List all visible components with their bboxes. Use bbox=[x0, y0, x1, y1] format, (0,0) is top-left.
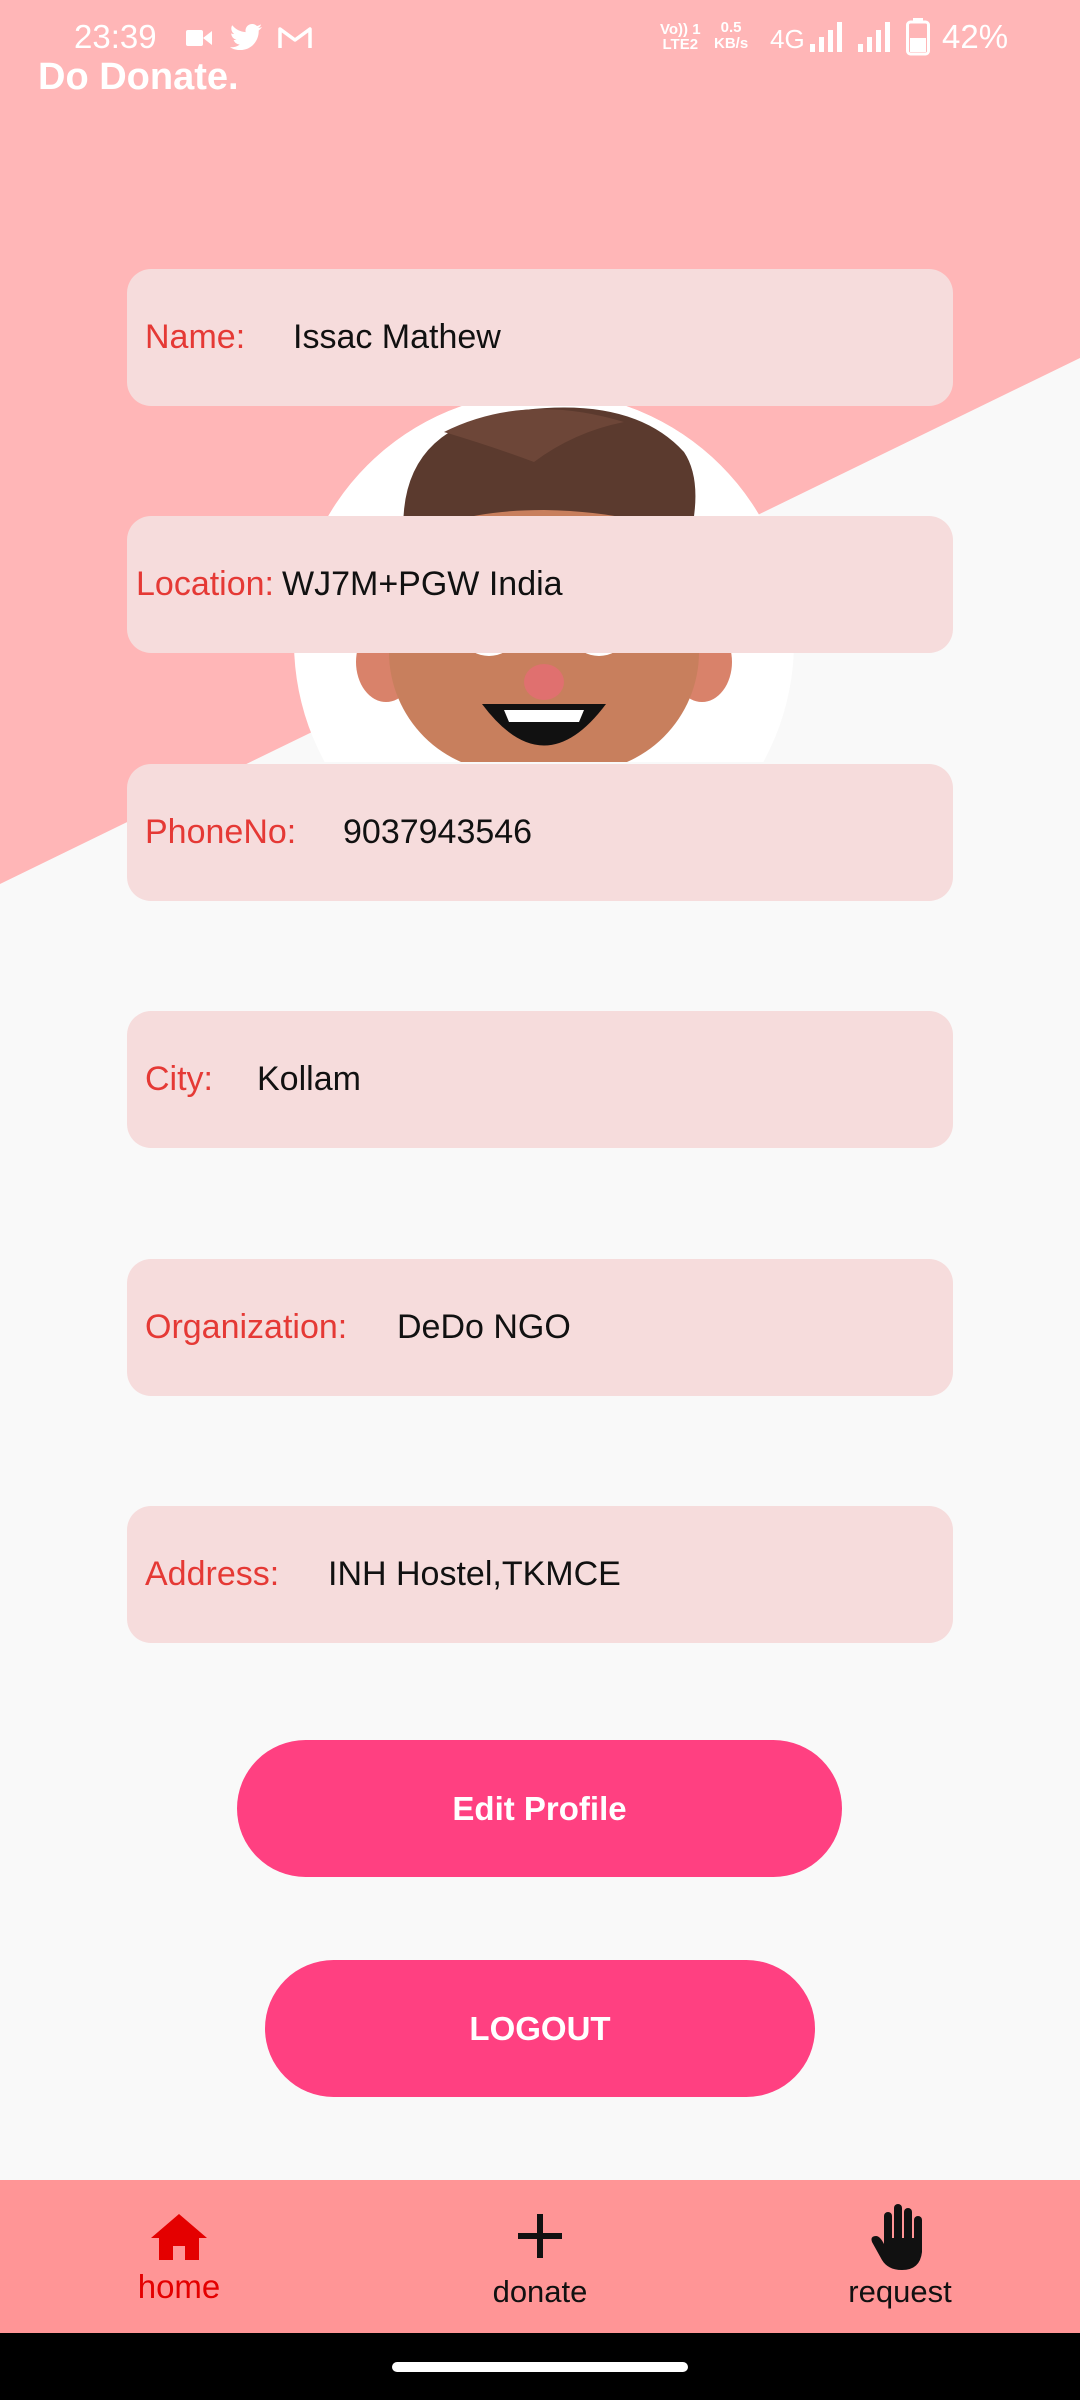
organization-label: Organization: bbox=[145, 1308, 348, 1346]
twitter-icon bbox=[230, 24, 262, 50]
organization-field: Organization: DeDo NGO bbox=[127, 1259, 953, 1396]
city-field: City: Kollam bbox=[127, 1011, 953, 1148]
home-icon bbox=[151, 2214, 207, 2260]
address-value: INH Hostel,TKMCE bbox=[328, 1555, 621, 1593]
network-speed: 0.5 KB/s bbox=[714, 19, 749, 52]
nav-request[interactable]: request bbox=[800, 2180, 1000, 2333]
plus-icon bbox=[518, 2214, 562, 2258]
battery-icon bbox=[906, 18, 930, 56]
edit-profile-button[interactable]: Edit Profile bbox=[237, 1740, 842, 1877]
city-value: Kollam bbox=[257, 1060, 361, 1098]
nav-donate[interactable]: donate bbox=[440, 2180, 640, 2333]
signal-icon-1 bbox=[810, 22, 842, 52]
nav-home[interactable]: home bbox=[79, 2180, 279, 2333]
phone-label: PhoneNo: bbox=[145, 813, 297, 851]
city-label: City: bbox=[145, 1060, 213, 1098]
hand-icon bbox=[871, 2204, 922, 2270]
phone-field: PhoneNo: 9037943546 bbox=[127, 764, 953, 901]
location-field: Location: WJ7M+PGW India bbox=[127, 516, 953, 653]
logout-button[interactable]: LOGOUT bbox=[265, 1960, 815, 2097]
video-call-icon bbox=[186, 30, 212, 46]
name-value: Issac Mathew bbox=[293, 318, 501, 356]
name-label: Name: bbox=[145, 318, 246, 356]
address-label: Address: bbox=[145, 1555, 280, 1593]
gmail-icon bbox=[278, 27, 312, 48]
nav-request-label: request bbox=[848, 2274, 952, 2309]
home-gesture-indicator[interactable] bbox=[392, 2362, 688, 2372]
organization-value: DeDo NGO bbox=[397, 1308, 571, 1346]
signal-icon-2 bbox=[858, 22, 890, 52]
location-label: Location: bbox=[136, 565, 274, 603]
phone-value: 9037943546 bbox=[343, 813, 533, 851]
network-type: 4G bbox=[770, 24, 805, 54]
bottom-navigation: home donate request bbox=[0, 2180, 1080, 2333]
volte-indicator: Vo)) 1 LTE2 bbox=[660, 21, 701, 53]
nav-donate-label: donate bbox=[492, 2274, 588, 2309]
battery-percentage: 42% bbox=[942, 18, 1009, 55]
address-field: Address: INH Hostel,TKMCE bbox=[127, 1506, 953, 1643]
status-time: 23:39 bbox=[74, 18, 157, 55]
nav-home-label: home bbox=[137, 2268, 221, 2305]
location-value: WJ7M+PGW India bbox=[282, 565, 563, 603]
name-field: Name: Issac Mathew bbox=[127, 269, 953, 406]
app-title: Do Donate. bbox=[38, 56, 239, 98]
